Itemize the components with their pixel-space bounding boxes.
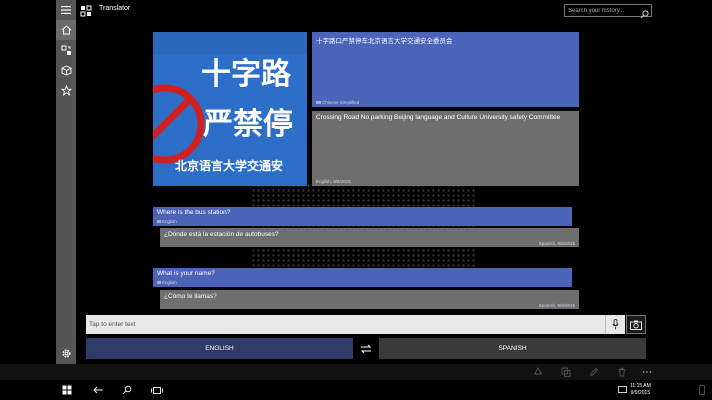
card-meta: English — [157, 280, 177, 285]
sidebar-item-favorites[interactable] — [56, 80, 76, 100]
card-text: ¿Cómo te llamas? — [164, 293, 217, 300]
captured-photo[interactable]: 十字路 严禁停 北京语言大学交通安 — [153, 32, 307, 186]
card-meta: Spanish, 9/9/2015 — [538, 303, 575, 308]
flag-icon — [157, 220, 161, 224]
camera-icon — [630, 320, 642, 330]
phrase-card-result[interactable]: ¿Dónde está la estación de autobuses? Sp… — [160, 228, 579, 247]
card-text: ¿Dónde está la estación de autobuses? — [164, 231, 279, 238]
app-title: Translator — [99, 5, 131, 12]
gear-icon — [61, 348, 71, 358]
flag-icon — [316, 101, 321, 105]
windows-start-icon[interactable] — [61, 384, 73, 396]
sign-line-2: 严禁停 — [203, 107, 293, 142]
from-language-button[interactable]: ENGLISH — [86, 338, 353, 359]
sidebar-item-phrasebook[interactable] — [56, 60, 76, 80]
text-entry-bar[interactable] — [86, 315, 605, 334]
search-input[interactable] — [568, 5, 638, 16]
camera-button[interactable] — [626, 315, 646, 334]
card-meta: English — [157, 219, 177, 224]
sidebar-item-conversation[interactable] — [56, 40, 76, 60]
main-content: 十字路 严禁停 北京语言大学交通安 十字路口严禁停车北京语言大学交通安全委员会 … — [76, 20, 656, 364]
delete-icon[interactable] — [615, 366, 628, 378]
home-icon — [61, 25, 71, 35]
edit-icon[interactable] — [587, 366, 600, 378]
show-desktop-icon[interactable] — [698, 384, 706, 396]
card-meta: English, 9/9/2015 — [316, 179, 351, 184]
to-language-label: SPANISH — [498, 345, 527, 352]
taskbar: 11:15 AM 9/9/2015 — [0, 380, 712, 400]
sign-line-1: 十字路 — [201, 57, 292, 92]
recycle-icon[interactable] — [531, 366, 544, 378]
task-view-icon[interactable] — [151, 384, 163, 396]
card-text: Crossing Road No parking Beijing languag… — [316, 114, 561, 121]
cube-icon — [61, 64, 71, 75]
sidebar-item-home[interactable] — [56, 20, 76, 40]
to-language-button[interactable]: SPANISH — [379, 338, 646, 359]
notification-icon[interactable] — [616, 384, 628, 396]
card-text: 十字路口严禁停车北京语言大学交通安全委员会 — [316, 38, 453, 45]
card-meta: Spanish, 9/9/2015 — [538, 241, 575, 246]
more-options-icon[interactable] — [640, 366, 653, 378]
hamburger-button[interactable] — [56, 0, 76, 20]
sidebar-item-settings[interactable] — [56, 343, 76, 363]
phrase-card-result[interactable]: ¿Cómo te llamas? Spanish, 9/9/2015 — [160, 290, 579, 309]
title-bar: Translator — [0, 0, 712, 20]
search-box[interactable] — [564, 4, 652, 19]
translator-logo-icon — [80, 4, 92, 17]
microphone-icon — [612, 319, 619, 330]
swap-languages-button[interactable] — [355, 338, 377, 359]
swap-icon — [360, 344, 372, 353]
sidebar — [56, 0, 76, 364]
card-text: Where is the bus station? — [157, 209, 231, 216]
flag-icon — [157, 281, 161, 285]
search-icon[interactable] — [640, 6, 649, 19]
back-arrow-icon[interactable] — [92, 384, 104, 396]
cortana-search-icon[interactable] — [121, 384, 133, 396]
copy-icon[interactable] — [559, 366, 572, 378]
card-text: What is your name? — [157, 270, 215, 277]
clock-time: 11:15 AM — [630, 383, 651, 389]
microphone-button[interactable] — [605, 315, 625, 334]
text-entry-input[interactable] — [89, 317, 589, 332]
translation-card-result[interactable]: Crossing Road No parking Beijing languag… — [312, 111, 579, 186]
star-icon — [60, 84, 72, 96]
phrase-card-source[interactable]: What is your name? English — [153, 268, 572, 287]
system-clock[interactable]: 11:15 AM 9/9/2015 — [630, 383, 651, 397]
phrase-card-source[interactable]: Where is the bus station? English — [153, 207, 572, 226]
card-meta: Chinese Simplified — [316, 100, 359, 105]
from-language-label: ENGLISH — [205, 345, 234, 352]
street-sign-image: 十字路 严禁停 北京语言大学交通安 — [153, 32, 307, 186]
translate-icon — [61, 45, 71, 55]
app-command-bar — [0, 364, 712, 380]
translation-card-source[interactable]: 十字路口严禁停车北京语言大学交通安全委员会 Chinese Simplified — [312, 32, 579, 107]
sign-line-3: 北京语言大学交通安 — [175, 158, 283, 173]
hamburger-icon — [61, 6, 71, 14]
clock-date: 9/9/2015 — [630, 390, 651, 396]
